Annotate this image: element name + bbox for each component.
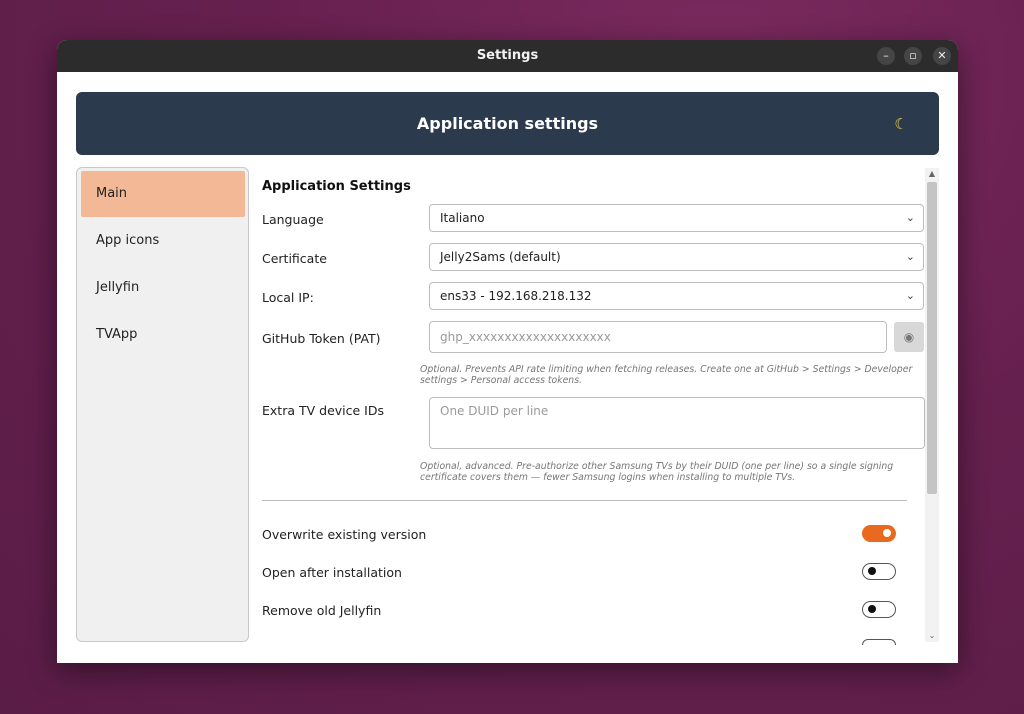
- partial-toggle[interactable]: [862, 639, 896, 645]
- toggle-knob: [883, 529, 891, 537]
- sidebar-item-tvapp[interactable]: TVApp: [81, 312, 245, 358]
- chevron-down-icon: ⌄: [905, 250, 915, 263]
- certificate-value: Jelly2Sams (default): [440, 250, 561, 264]
- extra-tv-ids-placeholder: One DUID per line: [440, 404, 549, 418]
- maximize-button[interactable]: ▫: [904, 47, 922, 65]
- divider: [262, 500, 907, 501]
- minimize-icon: –: [883, 49, 889, 62]
- maximize-icon: ▫: [909, 49, 917, 62]
- remove-old-jellyfin-label: Remove old Jellyfin: [262, 603, 382, 618]
- github-token-label: GitHub Token (PAT): [262, 331, 381, 346]
- overwrite-label: Overwrite existing version: [262, 527, 427, 542]
- section-title: Application Settings: [262, 179, 411, 194]
- certificate-select[interactable]: Jelly2Sams (default) ⌄: [429, 243, 924, 271]
- close-icon: ✕: [937, 49, 947, 62]
- remove-old-jellyfin-toggle[interactable]: [862, 601, 896, 618]
- open-after-install-toggle[interactable]: [862, 563, 896, 580]
- toggle-visibility-button[interactable]: ◉: [894, 322, 924, 352]
- extra-tv-ids-help: Optional, advanced. Pre-authorize other …: [420, 461, 894, 483]
- sidebar: Main App icons Jellyfin TVApp: [76, 167, 249, 642]
- toggle-knob: [868, 567, 876, 575]
- language-select[interactable]: Italiano ⌄: [429, 204, 924, 232]
- github-token-input[interactable]: ghp_xxxxxxxxxxxxxxxxxxxx: [429, 321, 887, 353]
- github-token-help: Optional. Prevents API rate limiting whe…: [420, 364, 913, 386]
- open-after-install-label: Open after installation: [262, 565, 402, 580]
- minimize-button[interactable]: –: [877, 47, 895, 65]
- chevron-down-icon: ⌄: [905, 211, 915, 224]
- settings-content: Application Settings Language Italiano ⌄…: [262, 167, 927, 645]
- close-button[interactable]: ✕: [933, 47, 951, 65]
- window-title: Settings: [476, 48, 539, 63]
- local-ip-label: Local IP:: [262, 290, 314, 305]
- toggle-knob: [868, 605, 876, 613]
- language-value: Italiano: [440, 211, 485, 225]
- settings-window: Settings – ▫ ✕ Application settings ☾ Ma…: [57, 40, 958, 663]
- overwrite-toggle[interactable]: [862, 525, 896, 542]
- sidebar-item-jellyfin[interactable]: Jellyfin: [81, 265, 245, 311]
- title-bar: Settings – ▫ ✕: [57, 40, 958, 72]
- scroll-down-icon[interactable]: ⌄: [925, 630, 939, 642]
- chevron-down-icon: ⌄: [905, 289, 915, 302]
- language-label: Language: [262, 212, 324, 227]
- extra-tv-ids-label: Extra TV device IDs: [262, 403, 384, 418]
- sidebar-item-app-icons[interactable]: App icons: [81, 218, 245, 264]
- eye-icon: ◉: [903, 330, 915, 344]
- scrollbar[interactable]: ▲ ⌄: [925, 168, 939, 642]
- local-ip-value: ens33 - 192.168.218.132: [440, 289, 592, 303]
- header-banner: Application settings ☾: [76, 92, 939, 155]
- scroll-thumb[interactable]: [927, 182, 937, 494]
- certificate-label: Certificate: [262, 251, 327, 266]
- github-token-placeholder: ghp_xxxxxxxxxxxxxxxxxxxx: [440, 330, 611, 344]
- banner-title: Application settings: [416, 114, 599, 133]
- scroll-up-icon[interactable]: ▲: [925, 168, 939, 180]
- sidebar-item-main[interactable]: Main: [81, 171, 245, 217]
- extra-tv-ids-textarea[interactable]: One DUID per line: [429, 397, 925, 449]
- local-ip-select[interactable]: ens33 - 192.168.218.132 ⌄: [429, 282, 924, 310]
- moon-icon[interactable]: ☾: [891, 114, 911, 134]
